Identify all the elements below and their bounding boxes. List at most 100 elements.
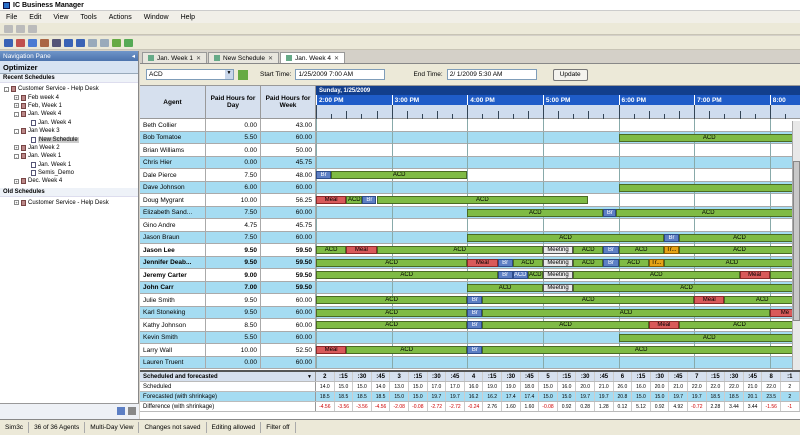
summary-view-select[interactable]: Scheduled and forecasted ▼ xyxy=(140,372,316,381)
activity-br[interactable]: Br xyxy=(467,346,483,354)
activity-acd[interactable]: ACD xyxy=(346,346,468,354)
activity-br[interactable]: Br xyxy=(603,258,619,267)
activity-meal[interactable]: Meal xyxy=(739,271,770,279)
activity-br[interactable]: Br xyxy=(603,246,619,254)
agent-row[interactable]: Jeremy Carter 9.00 59.50 ACD Br ACD ACD Meeting… xyxy=(140,269,800,282)
activity-acd[interactable]: ACD xyxy=(467,233,664,242)
agent-row[interactable]: John Carr 7.00 59.50 ACD Meeting ACD xyxy=(140,281,800,294)
tab-jan-week-4[interactable]: Jan. Week 4 ✕ xyxy=(280,52,346,63)
activity-acd[interactable]: ACD xyxy=(316,308,468,317)
activity-meeting[interactable]: Meeting xyxy=(542,246,574,254)
agent-timeline[interactable]: ACD xyxy=(316,331,800,344)
activity-acd[interactable]: ACD xyxy=(316,321,468,329)
activity-meeting[interactable]: Meeting xyxy=(542,271,574,279)
cut-icon[interactable] xyxy=(28,24,37,33)
activity-tr[interactable]: Tr... xyxy=(648,258,664,267)
activity-acd[interactable]: ACD xyxy=(679,321,800,329)
agent-row[interactable]: Bob Tomatoe 5.50 60.00 ACD xyxy=(140,131,800,144)
activity-acd[interactable]: ACD xyxy=(331,171,468,179)
tab-jan-week-1[interactable]: Jan. Week 1 ✕ xyxy=(142,52,208,63)
agent-row[interactable]: Dale Pierce 7.50 48.00 Br ACD xyxy=(140,169,800,182)
tree-item[interactable]: Jan. Week 1 xyxy=(0,161,138,169)
tree-item[interactable]: + Dec. Week 4 xyxy=(0,177,138,185)
activity-meal[interactable]: Meal xyxy=(467,258,498,267)
activity-meal[interactable]: Meal xyxy=(694,296,725,304)
activity-tr[interactable]: Tr... xyxy=(663,246,679,254)
end-time-input[interactable]: 2/ 1/2009 5:30 AM xyxy=(446,69,537,80)
optimize-icon[interactable] xyxy=(40,38,49,47)
agent-timeline[interactable] xyxy=(316,181,800,194)
chevron-down-icon[interactable]: ▼ xyxy=(307,374,312,380)
activity-acd[interactable]: ACD xyxy=(316,258,468,267)
close-icon[interactable]: ✕ xyxy=(196,55,201,62)
agent-timeline[interactable]: Br ACD xyxy=(316,169,800,181)
activity-acd[interactable] xyxy=(618,183,800,192)
agent-row[interactable]: Lauren Truent 0.00 60.00 xyxy=(140,356,800,369)
menu-window[interactable]: Window xyxy=(144,14,169,21)
refresh-icon[interactable] xyxy=(238,69,248,80)
activity-acd[interactable]: ACD xyxy=(724,296,800,304)
activity-acd[interactable]: ACD xyxy=(346,196,363,204)
tree-item[interactable]: + Customer Service - Help Desk xyxy=(0,199,138,207)
activity-acd[interactable]: ACD xyxy=(527,271,543,279)
close-icon[interactable]: ✕ xyxy=(334,55,339,62)
undo-icon[interactable] xyxy=(4,24,13,33)
agent-timeline[interactable]: ACD Meeting ACD xyxy=(316,281,800,294)
activity-br[interactable]: ACD xyxy=(512,271,528,279)
activity-acd[interactable]: ACD xyxy=(573,246,604,254)
menu-view[interactable]: View xyxy=(53,14,68,21)
activity-acd[interactable]: ACD xyxy=(573,258,604,267)
agent-timeline[interactable]: Meal ACD Br ACD xyxy=(316,194,800,206)
activity-acd[interactable]: ACD xyxy=(618,333,800,342)
chevron-down-icon[interactable]: ▼ xyxy=(225,70,233,79)
agent-row[interactable]: Elizabeth Sand... 7.50 60.00 ACD Br ACD xyxy=(140,206,800,219)
agent-timeline[interactable] xyxy=(316,144,800,156)
activity-acd[interactable]: ACD xyxy=(573,271,740,279)
agent-row[interactable]: Kathy Johnson 8.50 60.00 ACD Br ACD Meal ACD xyxy=(140,319,800,332)
activity-acd[interactable]: ACD xyxy=(316,271,498,279)
activity-acd[interactable]: ACD xyxy=(467,208,604,217)
activity-acd[interactable]: ACD xyxy=(512,258,543,267)
collapse-icon[interactable]: - xyxy=(14,153,19,159)
agent-row[interactable]: Kevin Smith 5.50 60.00 ACD xyxy=(140,331,800,344)
expand-icon[interactable]: + xyxy=(14,200,19,206)
redo-icon[interactable] xyxy=(16,24,25,33)
expand-icon[interactable]: + xyxy=(14,95,19,101)
activity-acd[interactable]: ACD xyxy=(482,321,649,329)
agent-timeline[interactable]: ACD Br ACD Meal ACD xyxy=(316,294,800,306)
activity-acd[interactable]: ACD xyxy=(376,246,543,254)
zoom-out-icon[interactable] xyxy=(76,38,85,47)
activity-meal[interactable]: Meal xyxy=(316,196,347,204)
chart-icon[interactable] xyxy=(112,38,121,47)
agent-icon[interactable] xyxy=(52,38,61,47)
activity-acd[interactable]: ACD xyxy=(679,246,800,254)
activity-meal[interactable]: Meal xyxy=(648,321,679,329)
collapse-icon[interactable]: - xyxy=(4,86,9,92)
activity-br[interactable]: Br xyxy=(467,308,483,317)
activity-acd[interactable]: ACD xyxy=(573,283,800,292)
activity-acd[interactable]: ACD xyxy=(616,208,800,217)
tree-item[interactable]: - Jan. Week 1 xyxy=(0,152,138,160)
update-button[interactable]: Update xyxy=(552,68,588,81)
activity-br[interactable]: Br xyxy=(497,271,513,279)
tree-item[interactable]: New Schedule xyxy=(0,135,138,143)
tree-item[interactable]: + Feb week 4 xyxy=(0,93,138,101)
activity-acd[interactable]: ACD xyxy=(482,308,770,317)
agent-row[interactable]: Julie Smith 9.50 60.00 ACD Br ACD Meal ACD xyxy=(140,294,800,307)
tree-item[interactable]: Jan. Week 4 xyxy=(0,119,138,127)
publish-icon[interactable] xyxy=(28,38,37,47)
agent-timeline[interactable]: Meal ACD Br ACD xyxy=(316,344,800,356)
agent-row[interactable]: Jason Braun 7.50 60.00 ACD Br ACD xyxy=(140,231,800,244)
agent-timeline[interactable]: ACD Br ACD xyxy=(316,231,800,244)
expand-icon[interactable]: + xyxy=(14,145,19,151)
activity-br[interactable]: Br xyxy=(316,171,332,179)
activity-acd[interactable]: ACD xyxy=(482,296,695,304)
grid-icon[interactable] xyxy=(88,38,97,47)
activity-meeting[interactable]: Meeting xyxy=(542,283,574,292)
activity-acd[interactable]: ACD xyxy=(618,133,800,142)
menu-help[interactable]: Help xyxy=(181,14,195,21)
tree-item[interactable]: - Customer Service - Help Desk xyxy=(0,85,138,93)
zoom-in-icon[interactable] xyxy=(64,38,73,47)
activity-meal[interactable]: Meal xyxy=(316,346,347,354)
chevron-down-icon[interactable] xyxy=(128,407,136,415)
